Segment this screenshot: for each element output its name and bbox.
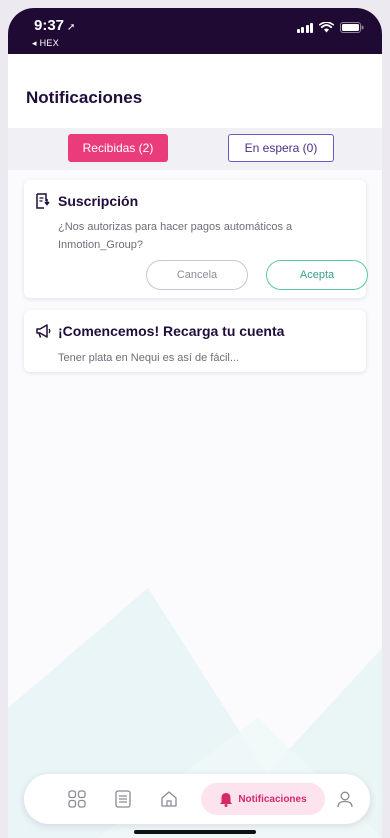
grid-icon[interactable] (62, 774, 92, 824)
notification-card-subscription[interactable]: Suscripción ¿Nos autorizas para hacer pa… (24, 180, 368, 298)
notification-body: Tener plata en Nequi es así de fácil... (58, 352, 239, 364)
phone-screen: 9:37 ➚ ◂ HEX Notificaciones Recibidas (2… (8, 8, 382, 838)
list-icon[interactable] (108, 774, 138, 824)
system-icons (296, 22, 365, 33)
bottom-nav: Notificaciones (24, 774, 370, 824)
header: Notificaciones (8, 54, 382, 128)
tab-received[interactable]: Recibidas (2) (68, 134, 168, 162)
signal-icon (296, 22, 313, 33)
megaphone-icon (34, 322, 52, 340)
subscription-icon (34, 192, 52, 210)
status-time: 9:37 ➚ (34, 17, 75, 34)
notifications-nav-button[interactable]: Notificaciones (201, 783, 325, 815)
cancel-button[interactable]: Cancela (146, 260, 248, 290)
notification-title: Suscripción (58, 193, 139, 209)
notification-body: ¿Nos autorizas para hacer pagos automáti… (58, 221, 293, 251)
notifications-nav-label: Notificaciones (238, 793, 307, 805)
back-to-app-link[interactable]: ◂ HEX (32, 38, 59, 49)
wifi-icon (319, 22, 334, 33)
status-time-text: 9:37 (34, 17, 65, 34)
tab-pending[interactable]: En espera (0) (228, 134, 334, 162)
notification-card-recharge[interactable]: ¡Comencemos! Recarga tu cuenta Tener pla… (24, 310, 366, 372)
home-icon[interactable] (154, 774, 184, 824)
status-bar: 9:37 ➚ ◂ HEX (8, 8, 382, 54)
home-indicator[interactable] (134, 830, 256, 834)
bell-icon (219, 792, 233, 807)
accept-button[interactable]: Acepta (266, 260, 368, 290)
profile-icon[interactable] (330, 774, 360, 824)
page-title: Notificaciones (26, 88, 143, 107)
battery-icon (340, 22, 364, 33)
notification-tabs: Recibidas (2) En espera (0) (8, 128, 382, 170)
notification-title: ¡Comencemos! Recarga tu cuenta (58, 323, 285, 339)
location-arrow-icon: ➚ (67, 22, 76, 33)
